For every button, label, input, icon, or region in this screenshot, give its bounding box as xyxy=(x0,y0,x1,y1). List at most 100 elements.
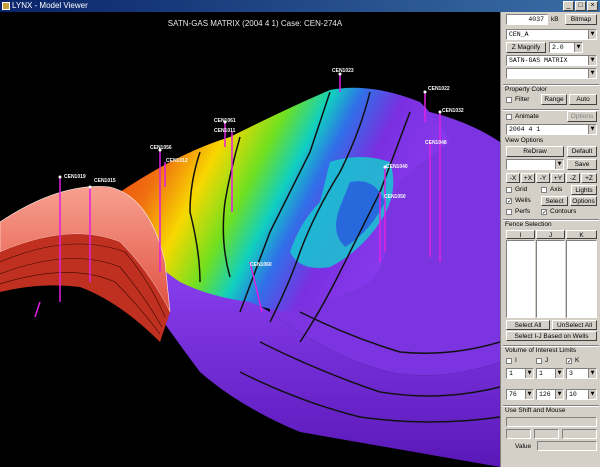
well-label[interactable]: CEN1050 xyxy=(384,194,406,200)
redraw-button[interactable]: ReDraw xyxy=(506,146,564,157)
voi-min-k-select[interactable]: 3 ▼ xyxy=(566,368,597,379)
well-label[interactable]: CEN1022 xyxy=(428,86,450,92)
bitmap-button[interactable]: Bitmap xyxy=(565,14,597,25)
perfs-label: Perfs xyxy=(515,208,531,215)
voi-i-checkbox[interactable] xyxy=(506,358,512,364)
chevron-down-icon: ▼ xyxy=(588,56,596,65)
control-panel: 4037 kB Bitmap CEN_A ▼ Z Magnify 2.0 ▼ SAT… xyxy=(500,12,600,467)
view-plus-z-button[interactable]: +Z xyxy=(581,173,597,183)
pick-readout-1 xyxy=(506,417,597,427)
well-label[interactable]: CEN1060 xyxy=(250,262,272,268)
well-label[interactable]: CEN1015 xyxy=(94,178,116,184)
grid-checkbox[interactable] xyxy=(506,187,512,193)
voi-j-checkbox[interactable] xyxy=(536,358,542,364)
filter-checkbox[interactable] xyxy=(506,97,512,103)
view-plus-x-button[interactable]: +X xyxy=(521,173,535,183)
fence-col-k[interactable]: K xyxy=(566,230,597,239)
well-label[interactable]: CEN1032 xyxy=(442,108,464,114)
save-view-button[interactable]: Save xyxy=(567,159,597,170)
chevron-down-icon: ▼ xyxy=(555,369,563,378)
grid-select[interactable]: CEN_A ▼ xyxy=(506,29,597,40)
pick-readout-2 xyxy=(506,429,531,439)
chevron-down-icon: ▼ xyxy=(525,369,533,378)
divider xyxy=(503,219,599,220)
unselect-all-button[interactable]: UnSelect All xyxy=(552,320,597,330)
maximize-button[interactable]: □ xyxy=(575,1,586,11)
voi-max-k-select[interactable]: 10 ▼ xyxy=(566,389,597,400)
animate-checkbox[interactable] xyxy=(506,114,512,120)
voi-heading: Volume of Interest Limits xyxy=(505,347,577,354)
viewport-title: SATN-GAS MATRIX (2004 4 1) Case: CEN-274… xyxy=(168,19,343,28)
axis-checkbox[interactable] xyxy=(541,187,547,193)
divider xyxy=(503,405,599,406)
well-label[interactable]: CEN1012 xyxy=(166,158,188,164)
view-minus-z-button[interactable]: -Z xyxy=(566,173,580,183)
chevron-down-icon: ▼ xyxy=(555,160,563,169)
divider xyxy=(503,345,599,346)
auto-button[interactable]: Auto xyxy=(569,94,597,105)
well-label[interactable]: CEN1011 xyxy=(214,128,236,134)
grid-label: Grid xyxy=(515,186,528,193)
view-options-heading: View Options xyxy=(505,137,544,144)
model-viewport[interactable]: SATN-GAS MATRIX (2004 4 1) Case: CEN-274… xyxy=(0,12,500,467)
well-label[interactable]: CEN1023 xyxy=(332,68,354,74)
voi-min-j-select[interactable]: 1 ▼ xyxy=(536,368,564,379)
animate-label: Animate xyxy=(515,113,539,120)
chevron-down-icon: ▼ xyxy=(555,390,563,399)
axis-label: Axis xyxy=(550,186,563,193)
select-button[interactable]: Select xyxy=(541,196,568,206)
secondary-select[interactable]: ▼ xyxy=(506,68,597,79)
voi-k-label: K xyxy=(575,357,580,364)
default-button[interactable]: Default xyxy=(567,146,597,157)
voi-i-label: I xyxy=(515,357,517,364)
close-button[interactable]: × xyxy=(587,1,598,11)
shift-mouse-heading: Use Shift and Mouse xyxy=(505,407,566,414)
voi-k-checkbox[interactable]: ✓ xyxy=(566,358,572,365)
fence-list-j[interactable] xyxy=(536,240,565,318)
chevron-down-icon: ▼ xyxy=(574,43,582,52)
filter-label: Filter xyxy=(515,96,530,103)
chevron-down-icon: ▼ xyxy=(588,369,596,378)
fence-col-j[interactable]: J xyxy=(536,230,565,239)
contours-checkbox[interactable]: ✓ xyxy=(541,209,547,216)
perfs-checkbox[interactable] xyxy=(506,209,512,215)
z-magnify-select[interactable]: 2.0 ▼ xyxy=(549,42,583,53)
fence-col-i[interactable]: I xyxy=(506,230,535,239)
memory-readout: 4037 xyxy=(506,14,548,25)
well-label[interactable]: CEN1019 xyxy=(64,174,86,180)
view-minus-y-button[interactable]: -Y xyxy=(536,173,550,183)
wells-checkbox[interactable]: ✓ xyxy=(506,198,512,205)
select-ij-wells-button[interactable]: Select I-J Based on Wells xyxy=(506,331,597,341)
well-label[interactable]: CEN1048 xyxy=(425,140,447,146)
pick-readout-3 xyxy=(534,429,559,439)
voi-max-j-select[interactable]: 126 ▼ xyxy=(536,389,564,400)
title-bar: LYNX - Model Viewer _ □ × xyxy=(0,0,600,12)
divider xyxy=(503,84,599,85)
chevron-down-icon: ▼ xyxy=(525,390,533,399)
pick-readout-4 xyxy=(562,429,597,439)
select-all-button[interactable]: Select All xyxy=(506,320,550,330)
date-select[interactable]: 2004 4 1 ▼ xyxy=(506,124,597,135)
chevron-down-icon: ▼ xyxy=(588,69,596,78)
well-options-button[interactable]: Options xyxy=(570,196,597,206)
well-label[interactable]: CEN1040 xyxy=(386,164,408,170)
z-magnify-button[interactable]: Z Magnify xyxy=(506,42,546,53)
saved-view-select[interactable]: ▼ xyxy=(506,159,564,170)
fence-list-k[interactable] xyxy=(566,240,597,318)
voi-max-i-select[interactable]: 76 ▼ xyxy=(506,389,534,400)
chevron-down-icon: ▼ xyxy=(588,30,596,39)
memory-unit: kB xyxy=(551,16,559,23)
chevron-down-icon: ▼ xyxy=(588,125,596,134)
property-select[interactable]: SATN-GAS MATRIX ▼ xyxy=(506,55,597,66)
fence-list-i[interactable] xyxy=(506,240,535,318)
value-label: Value xyxy=(515,443,532,450)
view-plus-y-button[interactable]: +Y xyxy=(551,173,565,183)
range-button[interactable]: Range xyxy=(541,94,567,105)
window-title: LYNX - Model Viewer xyxy=(12,1,88,10)
lights-button[interactable]: Lights xyxy=(571,185,597,195)
divider xyxy=(503,109,599,110)
minimize-button[interactable]: _ xyxy=(563,1,574,11)
animate-options-button[interactable]: Options xyxy=(567,111,597,122)
view-minus-x-button[interactable]: -X xyxy=(506,173,520,183)
voi-min-i-select[interactable]: 1 ▼ xyxy=(506,368,534,379)
